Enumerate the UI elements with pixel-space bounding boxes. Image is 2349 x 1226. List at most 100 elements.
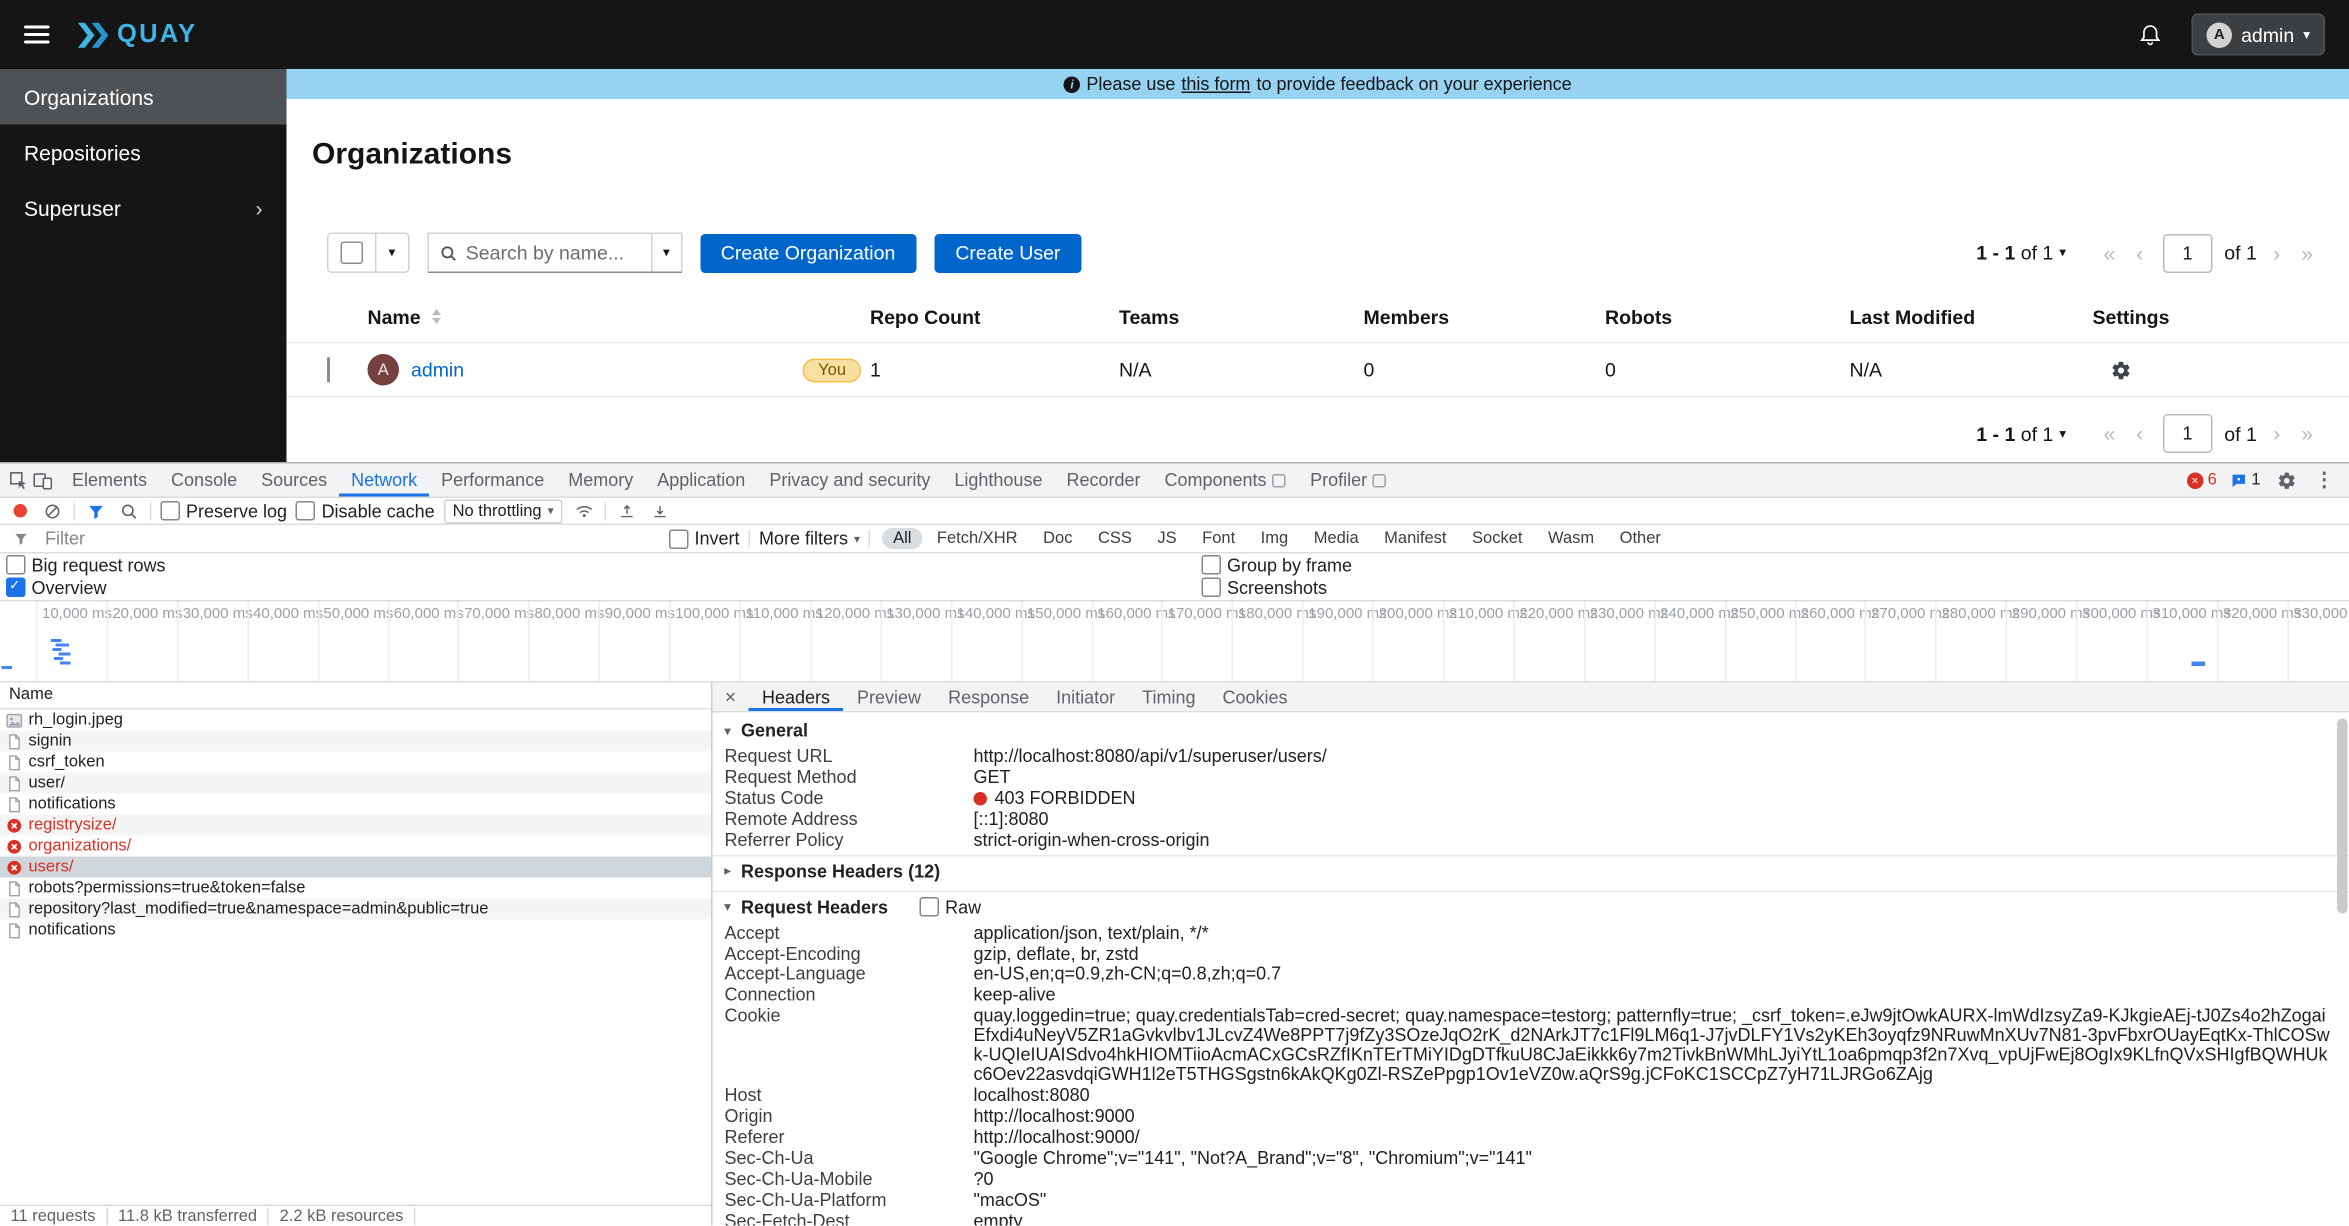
devtools-tab-profiler[interactable]: Profiler [1298, 464, 1399, 497]
details-tab-cookies[interactable]: Cookies [1209, 683, 1301, 712]
general-section-header[interactable]: ▾ General [713, 716, 2349, 746]
network-overview-timeline[interactable]: 10,000 ms20,000 ms30,000 ms40,000 ms50,0… [0, 602, 2349, 683]
response-headers-section-header[interactable]: ▸ Response Headers (12) [713, 855, 2349, 887]
chevron-down-icon[interactable]: ▾ [2059, 425, 2066, 442]
create-organization-button[interactable]: Create Organization [700, 233, 917, 272]
devtools-tab-network[interactable]: Network [339, 464, 429, 497]
request-row[interactable]: signin [0, 731, 711, 752]
request-row[interactable]: organizations/ [0, 836, 711, 857]
filter-pill-doc[interactable]: Doc [1033, 528, 1083, 549]
filter-pill-fetch-xhr[interactable]: Fetch/XHR [926, 528, 1028, 549]
devtools-tab-sources[interactable]: Sources [249, 464, 339, 497]
previous-page-button[interactable]: ‹ [2126, 241, 2154, 265]
filter-pill-all[interactable]: All [883, 528, 922, 549]
row-settings-gear-icon[interactable] [2093, 359, 2335, 380]
network-conditions-icon[interactable] [572, 499, 596, 523]
pagination-summary[interactable]: 1 - 1 of 1 [1976, 242, 2053, 265]
filter-input[interactable] [42, 527, 660, 551]
details-tab-timing[interactable]: Timing [1129, 683, 1209, 712]
devtools-tab-components[interactable]: Components [1152, 464, 1298, 497]
pagination-summary[interactable]: 1 - 1 of 1 [1976, 422, 2053, 445]
devtools-tab-console[interactable]: Console [159, 464, 249, 497]
feedback-form-link[interactable]: this form [1181, 74, 1250, 95]
devtools-tab-elements[interactable]: Elements [60, 464, 159, 497]
filter-pill-js[interactable]: JS [1147, 528, 1187, 549]
filter-pill-socket[interactable]: Socket [1462, 528, 1533, 549]
overview-checkbox[interactable]: Overview [6, 577, 1202, 598]
details-scrollbar[interactable] [2337, 719, 2348, 914]
first-page-button[interactable]: « [2093, 241, 2126, 265]
devtools-tab-lighthouse[interactable]: Lighthouse [942, 464, 1054, 497]
sidebar-item-superuser[interactable]: Superuser › [0, 180, 287, 236]
page-number-input[interactable] [2163, 233, 2213, 272]
previous-page-button[interactable]: ‹ [2126, 422, 2154, 446]
devtools-tab-recorder[interactable]: Recorder [1054, 464, 1152, 497]
last-page-button[interactable]: » [2291, 422, 2324, 446]
bulk-select[interactable]: ▾ [327, 233, 409, 274]
request-list-header[interactable]: Name [0, 683, 711, 710]
throttling-select[interactable]: No throttling▾ [444, 499, 563, 523]
request-row[interactable]: notifications [0, 920, 711, 941]
import-har-icon[interactable] [615, 499, 639, 523]
device-toolbar-icon[interactable] [30, 468, 54, 492]
select-all-checkbox[interactable] [341, 242, 364, 265]
settings-gear-icon[interactable] [2274, 468, 2298, 492]
request-row[interactable]: csrf_token [0, 752, 711, 773]
more-filters-button[interactable]: More filters▾ [759, 528, 860, 549]
details-tab-preview[interactable]: Preview [844, 683, 935, 712]
inspect-element-icon[interactable] [6, 468, 30, 492]
issues-badge[interactable]: 1 [2230, 471, 2260, 489]
search-filter-caret[interactable]: ▾ [651, 234, 680, 272]
row-checkbox[interactable] [327, 357, 330, 383]
request-row[interactable]: notifications [0, 794, 711, 815]
preserve-log-checkbox[interactable]: Preserve log [161, 500, 288, 521]
org-name-link[interactable]: admin [411, 359, 464, 382]
search-network-icon[interactable] [117, 499, 141, 523]
details-tab-initiator[interactable]: Initiator [1043, 683, 1129, 712]
sidebar-item-repositories[interactable]: Repositories [0, 125, 287, 181]
filter-pill-img[interactable]: Img [1250, 528, 1299, 549]
sort-icon[interactable] [433, 309, 442, 324]
clear-network-log-icon[interactable] [41, 499, 65, 523]
filter-toggle-icon[interactable] [84, 499, 108, 523]
filter-pill-wasm[interactable]: Wasm [1537, 528, 1604, 549]
console-errors-badge[interactable]: ×6 [2187, 471, 2217, 489]
disable-cache-checkbox[interactable]: Disable cache [296, 500, 435, 521]
devtools-tab-privacy-and-security[interactable]: Privacy and security [757, 464, 942, 497]
request-row[interactable]: user/ [0, 773, 711, 794]
group-by-frame-checkbox[interactable]: Group by frame [1202, 554, 2349, 575]
export-har-icon[interactable] [648, 499, 672, 523]
request-row[interactable]: users/ [0, 857, 711, 878]
close-details-icon[interactable]: × [713, 683, 749, 712]
search-input[interactable] [463, 240, 651, 266]
details-tab-response[interactable]: Response [935, 683, 1043, 712]
request-row[interactable]: repository?last_modified=true&namespace=… [0, 899, 711, 920]
user-menu[interactable]: A admin ▾ [2192, 14, 2325, 56]
first-page-button[interactable]: « [2093, 422, 2126, 446]
details-tab-headers[interactable]: Headers [749, 683, 844, 712]
filter-pill-manifest[interactable]: Manifest [1374, 528, 1457, 549]
filter-pill-css[interactable]: CSS [1087, 528, 1142, 549]
record-network-log-icon[interactable] [14, 504, 28, 518]
filter-pill-font[interactable]: Font [1192, 528, 1246, 549]
raw-headers-checkbox[interactable]: Raw [920, 897, 982, 918]
devtools-tab-application[interactable]: Application [645, 464, 757, 497]
more-options-icon[interactable]: ⋮ [2312, 468, 2338, 492]
column-header-name[interactable]: Name [368, 305, 871, 328]
create-user-button[interactable]: Create User [934, 233, 1081, 272]
request-row[interactable]: rh_login.jpeg [0, 710, 711, 731]
last-page-button[interactable]: » [2291, 241, 2324, 265]
next-page-button[interactable]: › [2263, 422, 2291, 446]
chevron-down-icon[interactable]: ▾ [2059, 245, 2066, 262]
request-headers-section-header[interactable]: ▾ Request Headers Raw [713, 891, 2349, 923]
devtools-tab-memory[interactable]: Memory [556, 464, 645, 497]
sidebar-item-organizations[interactable]: Organizations [0, 69, 287, 125]
invert-filter-checkbox[interactable]: Invert [669, 528, 740, 549]
menu-toggle-icon[interactable] [24, 26, 50, 44]
quay-logo[interactable]: QUAY [77, 20, 198, 50]
filter-pill-other[interactable]: Other [1609, 528, 1671, 549]
screenshots-checkbox[interactable]: Screenshots [1202, 577, 2349, 598]
page-number-input[interactable] [2163, 414, 2213, 453]
notifications-bell-icon[interactable] [2139, 23, 2162, 47]
filter-pill-media[interactable]: Media [1303, 528, 1369, 549]
